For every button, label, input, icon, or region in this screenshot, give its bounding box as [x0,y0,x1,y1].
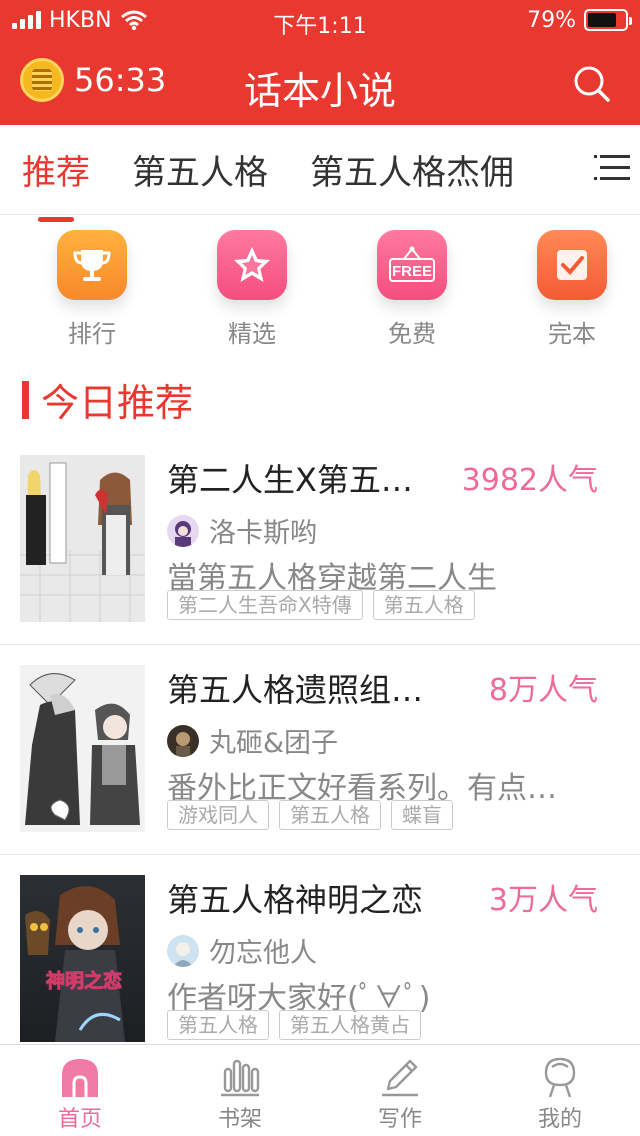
star-icon [217,230,287,300]
category-label: 精选 [228,320,276,348]
free-badge-text: FREE [392,263,432,280]
category-label: 排行 [68,320,116,348]
category-label: 免费 [388,320,436,348]
book-author[interactable]: 勿忘他人 [167,931,317,970]
section-accent-bar [22,380,29,419]
profile-icon [544,1057,576,1098]
nav-label: 首页 [57,1107,102,1132]
section-header: 今日推荐 [22,372,193,427]
avatar [167,724,199,757]
nav-bookshelf[interactable]: 书架 [160,1045,320,1136]
top-bar: HKBN 下午1:11 79% 56:33 话本小说 [0,0,640,125]
book-cover [20,665,145,832]
book-list-item[interactable]: 神明之恋 第五人格神明之恋 3万人气 勿忘他人 作者呀大家好(ﾟ∀ﾟ) 第五人格… [0,855,640,1065]
nav-label: 书架 [217,1107,262,1132]
popularity-count: 8万人气 [488,673,598,708]
tag[interactable]: 蝶盲 [391,800,453,830]
book-author[interactable]: 丸砸&团子 [167,721,338,760]
book-cover: 神明之恋 [20,875,145,1042]
book-cover [20,455,145,622]
search-icon[interactable] [572,64,612,104]
tag[interactable]: 第五人格 [279,800,381,830]
home-icon [62,1059,98,1097]
free-sign-icon: FREE [377,230,447,300]
popularity-count: 3万人气 [488,883,598,918]
tab-identity-v[interactable]: 第五人格 [132,145,268,194]
nav-home[interactable]: 首页 [0,1045,160,1136]
author-name: 洛卡斯哟 [209,518,317,549]
popularity-count: 3982人气 [461,463,598,498]
tag[interactable]: 游戏同人 [167,800,269,830]
author-name: 丸砸&团子 [209,728,339,759]
book-title: 第二人生X第五… [167,461,413,499]
tab-menu-icon[interactable] [594,153,630,183]
category-completed[interactable]: 完本 [504,230,640,349]
tag[interactable]: 第五人格黄占 [279,1010,421,1040]
nav-label: 我的 [537,1107,582,1132]
bottom-nav: 首页 书架 写作 我的 [0,1044,640,1136]
avatar [167,934,199,967]
author-name: 勿忘他人 [209,938,317,969]
tag[interactable]: 第二人生吾命X特傳 [167,590,363,620]
nav-label: 写作 [377,1107,422,1132]
battery-icon [584,9,632,31]
book-tags: 第五人格 第五人格黄占 [167,1010,421,1040]
cover-title: 神明之恋 [46,969,122,992]
section-title: 今日推荐 [41,381,194,425]
tag[interactable]: 第五人格 [167,1010,269,1040]
book-author[interactable]: 洛卡斯哟 [167,511,317,550]
nav-profile[interactable]: 我的 [480,1045,640,1136]
pen-icon [382,1059,418,1097]
category-featured[interactable]: 精选 [184,230,320,349]
tab-identity-v-jieyong[interactable]: 第五人格杰佣 [310,145,514,194]
app-title: 话本小说 [243,69,396,113]
book-title: 第五人格神明之恋 [167,881,424,919]
check-icon [537,230,607,300]
book-list-item[interactable]: 第二人生X第五… 3982人气 洛卡斯哟 當第五人格穿越第二人生 第二人生吾命X… [0,435,640,645]
category-ranking[interactable]: 排行 [24,230,160,349]
status-bar: HKBN 下午1:11 79% [0,0,640,40]
nav-write[interactable]: 写作 [320,1045,480,1136]
trophy-icon [57,230,127,300]
app-header: 56:33 话本小说 [0,40,640,125]
tab-recommend[interactable]: 推荐 [22,145,90,222]
book-title: 第五人格遗照组… [167,671,424,709]
avatar [167,514,199,547]
book-list-item[interactable]: 第五人格遗照组… 8万人气 丸砸&团子 番外比正文好看系列。有点… 游戏同人 第… [0,645,640,855]
tag[interactable]: 第五人格 [372,590,475,620]
book-tags: 第二人生吾命X特傳 第五人格 [167,590,475,620]
bookshelf-icon [221,1059,260,1097]
clock: 下午1:11 [273,14,367,39]
category-tabs: 推荐 第五人格 第五人格杰佣 [0,125,640,222]
book-tags: 游戏同人 第五人格 蝶盲 [167,800,453,830]
category-free[interactable]: FREE 免费 [344,230,480,349]
quick-categories: 排行 精选 FREE 免费 完本 [0,230,640,349]
category-label: 完本 [548,320,596,348]
